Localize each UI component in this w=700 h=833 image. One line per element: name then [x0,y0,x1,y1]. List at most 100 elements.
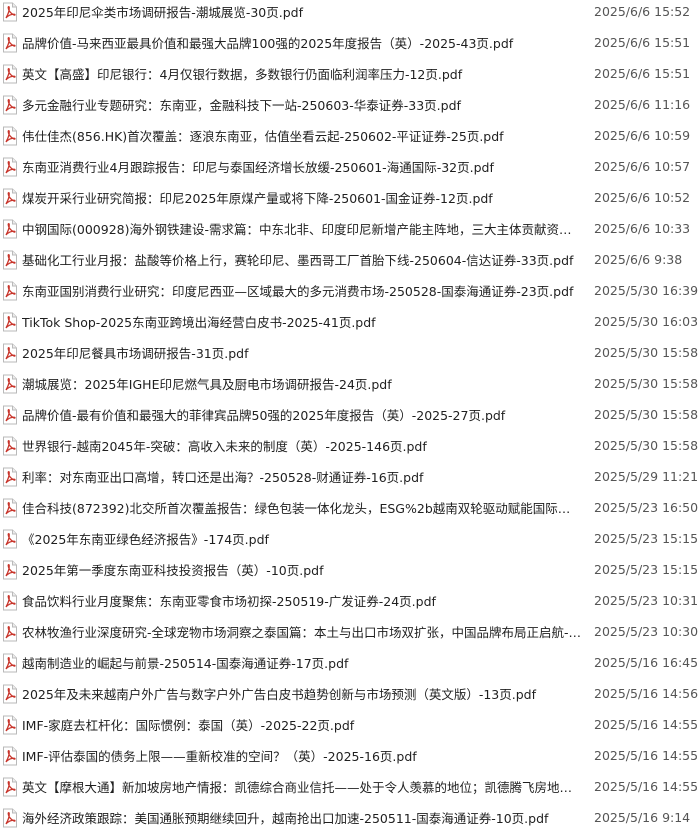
file-modified-date: 2025/5/16 9:14 [594,810,691,825]
file-row[interactable]: 英文【摩根大通】新加坡房地产情报：凯德综合商业信托——处于令人羡慕的地位；凯德腾… [0,771,700,802]
file-modified-date: 2025/5/29 11:21 [594,469,699,484]
file-row[interactable]: 海外经济政策跟踪：美国通胀预期继续回升，越南抢出口加速-250511-国泰海通证… [0,802,700,833]
file-name: 英文【摩根大通】新加坡房地产情报：凯德综合商业信托——处于令人羡慕的地位；凯德腾… [22,780,582,795]
file-modified-date: 2025/5/30 15:58 [594,345,699,360]
file-row[interactable]: 东南亚国别消费行业研究：印度尼西亚—区域最大的多元消费市场-250528-国泰海… [0,275,700,306]
pdf-file-icon [2,343,18,362]
file-row[interactable]: 中钢国际(000928)海外钢铁建设-需求篇：中东北非、印度印尼新增产能主阵地，… [0,213,700,244]
file-modified-date: 2025/5/16 14:55 [594,779,699,794]
pdf-file-icon [2,157,18,176]
file-modified-date: 2025/5/16 14:55 [594,717,699,732]
file-modified-date: 2025/5/30 15:58 [594,407,699,422]
file-row[interactable]: 《2025年东南亚绿色经济报告》-174页.pdf 2025/5/23 15:15 [0,523,700,554]
file-row[interactable]: 2025年及未来越南户外广告与数字户外广告白皮书趋势创新与市场预测（英文版）-1… [0,678,700,709]
file-row[interactable]: 农林牧渔行业深度研究-全球宠物市场洞察之泰国篇：本土与出口市场双扩张，中国品牌布… [0,616,700,647]
file-row[interactable]: 煤炭开采行业研究简报：印尼2025年原煤产量或将下降-250601-国金证券-1… [0,182,700,213]
file-row[interactable]: 食品饮料行业月度聚焦：东南亚零食市场初探-250519-广发证券-24页.pdf… [0,585,700,616]
file-name: 品牌价值-最有价值和最强大的菲律宾品牌50强的2025年度报告（英）-2025-… [22,408,506,423]
file-name: 世界银行-越南2045年-突破：高收入未来的制度（英）-2025-146页.pd… [22,439,427,454]
file-name: 中钢国际(000928)海外钢铁建设-需求篇：中东北非、印度印尼新增产能主阵地，… [22,222,582,237]
file-name: 基础化工行业月报：盐酸等价格上行，赛轮印尼、墨西哥工厂首胎下线-250604-信… [22,253,574,268]
file-name: 2025年印尼伞类市场调研报告-潮城展览-30页.pdf [22,5,303,20]
file-row[interactable]: 英文【高盛】印尼银行：4月仅银行数据，多数银行仍面临利润率压力-12页.pdf 2… [0,58,700,89]
file-row[interactable]: 世界银行-越南2045年-突破：高收入未来的制度（英）-2025-146页.pd… [0,430,700,461]
pdf-file-icon [2,808,18,827]
file-modified-date: 2025/5/30 15:58 [594,438,699,453]
pdf-file-icon [2,126,18,145]
pdf-file-icon [2,653,18,672]
pdf-file-icon [2,405,18,424]
file-name: 海外经济政策跟踪：美国通胀预期继续回升，越南抢出口加速-250511-国泰海通证… [22,811,549,826]
file-modified-date: 2025/6/6 10:57 [594,159,691,174]
file-list: 2025年印尼伞类市场调研报告-潮城展览-30页.pdf 2025/6/6 15:… [0,0,700,828]
pdf-file-icon [2,746,18,765]
file-name: TikTok Shop-2025东南亚跨境出海经营白皮书-2025-41页.pd… [22,315,376,330]
file-modified-date: 2025/5/16 16:45 [594,655,699,670]
file-row[interactable]: 东南亚消费行业4月跟踪报告：印尼与泰国经济增长放缓-250601-海通国际-32… [0,151,700,182]
file-row[interactable]: 佳合科技(872392)北交所首次覆盖报告：绿色包装一体化龙头，ESG%2b越南… [0,492,700,523]
file-name: IMF-评估泰国的债务上限——重新校准的空间？（英）-2025-16页.pdf [22,749,417,764]
file-name: 品牌价值-马来西亚最具价值和最强大品牌100强的2025年度报告（英）-2025… [22,36,514,51]
file-modified-date: 2025/6/6 15:52 [594,4,691,19]
file-modified-date: 2025/6/6 10:33 [594,221,691,236]
pdf-file-icon [2,374,18,393]
pdf-file-icon [2,684,18,703]
file-modified-date: 2025/5/23 15:15 [594,531,699,546]
file-row[interactable]: IMF-家庭去杠杆化：国际惯例：泰国（英）-2025-22页.pdf 2025/5… [0,709,700,740]
file-row[interactable]: 越南制造业的崛起与前景-250514-国泰海通证券-17页.pdf 2025/5/… [0,647,700,678]
file-modified-date: 2025/5/30 15:58 [594,376,699,391]
file-modified-date: 2025/5/30 16:39 [594,283,699,298]
file-modified-date: 2025/5/23 15:15 [594,562,699,577]
file-name: 食品饮料行业月度聚焦：东南亚零食市场初探-250519-广发证券-24页.pdf [22,594,436,609]
file-modified-date: 2025/5/16 14:56 [594,686,699,701]
file-row[interactable]: 品牌价值-马来西亚最具价值和最强大品牌100强的2025年度报告（英）-2025… [0,27,700,58]
file-name: IMF-家庭去杠杆化：国际惯例：泰国（英）-2025-22页.pdf [22,718,355,733]
pdf-file-icon [2,467,18,486]
file-name: 利率：对东南亚出口高增，转口还是出海？-250528-财通证券-16页.pdf [22,470,424,485]
file-name: 煤炭开采行业研究简报：印尼2025年原煤产量或将下降-250601-国金证券-1… [22,191,493,206]
file-row[interactable]: 2025年第一季度东南亚科技投资报告（英）-10页.pdf 2025/5/23 1… [0,554,700,585]
pdf-file-icon [2,498,18,517]
file-row[interactable]: 2025年印尼伞类市场调研报告-潮城展览-30页.pdf 2025/6/6 15:… [0,0,700,27]
file-name: 东南亚国别消费行业研究：印度尼西亚—区域最大的多元消费市场-250528-国泰海… [22,284,574,299]
pdf-file-icon [2,33,18,52]
file-row[interactable]: 伟仕佳杰(856.HK)首次覆盖：逐浪东南亚，估值坐看云起-250602-平证证… [0,120,700,151]
pdf-file-icon [2,219,18,238]
file-name: 《2025年东南亚绿色经济报告》-174页.pdf [22,532,269,547]
file-name: 英文【高盛】印尼银行：4月仅银行数据，多数银行仍面临利润率压力-12页.pdf [22,67,463,82]
file-row[interactable]: TikTok Shop-2025东南亚跨境出海经营白皮书-2025-41页.pd… [0,306,700,337]
pdf-file-icon [2,281,18,300]
file-name: 2025年印尼餐具市场调研报告-31页.pdf [22,346,249,361]
file-name: 东南亚消费行业4月跟踪报告：印尼与泰国经济增长放缓-250601-海通国际-32… [22,160,494,175]
file-modified-date: 2025/6/6 15:51 [594,35,691,50]
pdf-file-icon [2,188,18,207]
pdf-file-icon [2,64,18,83]
file-row[interactable]: 基础化工行业月报：盐酸等价格上行，赛轮印尼、墨西哥工厂首胎下线-250604-信… [0,244,700,275]
file-row[interactable]: IMF-评估泰国的债务上限——重新校准的空间？（英）-2025-16页.pdf 2… [0,740,700,771]
file-modified-date: 2025/6/6 10:59 [594,128,691,143]
file-modified-date: 2025/5/30 16:03 [594,314,699,329]
file-modified-date: 2025/5/16 14:55 [594,748,699,763]
file-modified-date: 2025/6/6 11:16 [594,97,691,112]
file-name: 2025年及未来越南户外广告与数字户外广告白皮书趋势创新与市场预测（英文版）-1… [22,687,536,702]
file-row[interactable]: 潮城展览：2025年IGHE印尼燃气具及厨电市场调研报告-24页.pdf 2025… [0,368,700,399]
file-row[interactable]: 多元金融行业专题研究：东南亚，金融科技下一站-250603-华泰证券-33页.p… [0,89,700,120]
pdf-file-icon [2,95,18,114]
file-modified-date: 2025/6/6 10:52 [594,190,691,205]
file-row[interactable]: 利率：对东南亚出口高增，转口还是出海？-250528-财通证券-16页.pdf 2… [0,461,700,492]
file-row[interactable]: 品牌价值-最有价值和最强大的菲律宾品牌50强的2025年度报告（英）-2025-… [0,399,700,430]
file-row[interactable]: 2025年印尼餐具市场调研报告-31页.pdf 2025/5/30 15:58 [0,337,700,368]
file-modified-date: 2025/5/23 10:31 [594,593,699,608]
pdf-file-icon [2,622,18,641]
file-modified-date: 2025/5/23 10:30 [594,624,699,639]
pdf-file-icon [2,312,18,331]
file-name: 潮城展览：2025年IGHE印尼燃气具及厨电市场调研报告-24页.pdf [22,377,392,392]
pdf-file-icon [2,715,18,734]
file-modified-date: 2025/5/23 16:50 [594,500,699,515]
pdf-file-icon [2,777,18,796]
file-name: 2025年第一季度东南亚科技投资报告（英）-10页.pdf [22,563,324,578]
file-modified-date: 2025/6/6 15:51 [594,66,691,81]
pdf-file-icon [2,591,18,610]
file-name: 佳合科技(872392)北交所首次覆盖报告：绿色包装一体化龙头，ESG%2b越南… [22,501,582,516]
file-name: 越南制造业的崛起与前景-250514-国泰海通证券-17页.pdf [22,656,349,671]
